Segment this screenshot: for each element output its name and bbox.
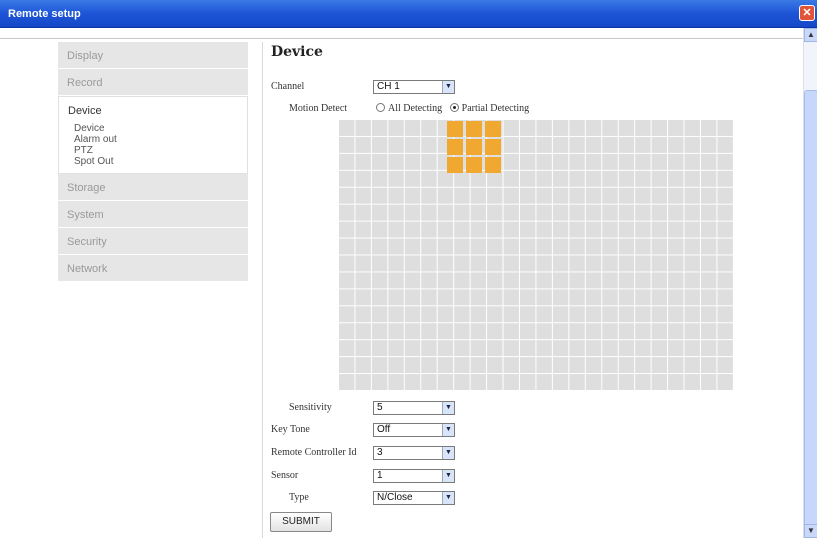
sidebar-item-security[interactable]: Security (58, 228, 248, 255)
key-tone-label: Key Tone (271, 424, 310, 435)
sidebar-item-display[interactable]: Display (58, 42, 248, 69)
key-tone-select[interactable]: Off ▼ (373, 423, 455, 437)
radio-partial-detecting[interactable] (449, 103, 459, 112)
chevron-down-icon[interactable]: ▼ (442, 81, 454, 93)
channel-select[interactable]: CH 1 ▼ (373, 80, 455, 94)
sidebar-item-network[interactable]: Network (58, 255, 248, 282)
motion-cell[interactable] (466, 121, 482, 137)
channel-value: CH 1 (377, 81, 400, 92)
sidebar-item-device-label[interactable]: Device (68, 105, 247, 117)
submit-button[interactable]: SUBMIT (270, 512, 332, 532)
type-label: Type (289, 492, 309, 503)
chevron-down-icon[interactable]: ▼ (442, 402, 454, 414)
motion-cell[interactable] (447, 121, 463, 137)
device-subnav: Device Alarm out PTZ Spot Out (74, 123, 247, 167)
sidebar-item-storage[interactable]: Storage (58, 174, 248, 201)
type-select[interactable]: N/Close ▼ (373, 491, 455, 505)
sensor-select[interactable]: 1 ▼ (373, 469, 455, 483)
window-titlebar: Remote setup ✕ (0, 0, 817, 28)
motion-cell[interactable] (447, 139, 463, 155)
remote-controller-id-value: 3 (377, 447, 383, 458)
partial-detecting-label: Partial Detecting (461, 103, 530, 114)
motion-cell[interactable] (485, 157, 501, 173)
motion-cell[interactable] (485, 139, 501, 155)
motion-detect-grid[interactable] (338, 119, 733, 390)
subnav-ptz[interactable]: PTZ (74, 145, 247, 156)
key-tone-value: Off (377, 424, 391, 435)
sensitivity-value: 5 (377, 402, 383, 413)
sidebar-item-record[interactable]: Record (58, 69, 248, 96)
sensor-value: 1 (377, 470, 383, 481)
motion-cell[interactable] (485, 121, 501, 137)
sensitivity-label: Sensitivity (289, 402, 332, 413)
sensitivity-select[interactable]: 5 ▼ (373, 401, 455, 415)
sidebar: Display Record Device Device Alarm out P… (58, 42, 248, 282)
motion-cell[interactable] (466, 157, 482, 173)
close-icon[interactable]: ✕ (799, 5, 815, 21)
scrollbar-thumb[interactable] (804, 90, 817, 538)
subnav-device[interactable]: Device (74, 123, 247, 134)
subnav-spot-out[interactable]: Spot Out (74, 156, 247, 167)
chevron-down-icon[interactable]: ▼ (442, 492, 454, 504)
motion-detect-options: All Detecting Partial Detecting (376, 103, 529, 114)
channel-label: Channel (271, 81, 305, 92)
remote-controller-id-select[interactable]: 3 ▼ (373, 446, 455, 460)
motion-selected-cells (447, 121, 501, 173)
panel-divider (262, 42, 263, 538)
vertical-scrollbar[interactable]: ▲ ▼ (803, 28, 817, 538)
scroll-up-icon[interactable]: ▲ (804, 28, 817, 42)
scroll-down-icon[interactable]: ▼ (804, 524, 817, 538)
remote-controller-id-label: Remote Controller Id (271, 447, 357, 458)
chevron-down-icon[interactable]: ▼ (442, 447, 454, 459)
chevron-down-icon[interactable]: ▼ (442, 470, 454, 482)
all-detecting-label: All Detecting (388, 103, 443, 114)
chevron-down-icon[interactable]: ▼ (442, 424, 454, 436)
motion-cell[interactable] (466, 139, 482, 155)
window-title: Remote setup (8, 8, 81, 20)
sensor-label: Sensor (271, 470, 299, 481)
type-value: N/Close (377, 492, 413, 503)
sidebar-item-system[interactable]: System (58, 201, 248, 228)
motion-detect-label: Motion Detect (289, 103, 348, 114)
motion-cell[interactable] (447, 157, 463, 173)
radio-all-detecting[interactable] (376, 103, 385, 112)
sidebar-item-device[interactable]: Device Device Alarm out PTZ Spot Out (58, 96, 248, 174)
subnav-alarm-out[interactable]: Alarm out (74, 134, 247, 145)
page-title: Device (271, 44, 323, 60)
